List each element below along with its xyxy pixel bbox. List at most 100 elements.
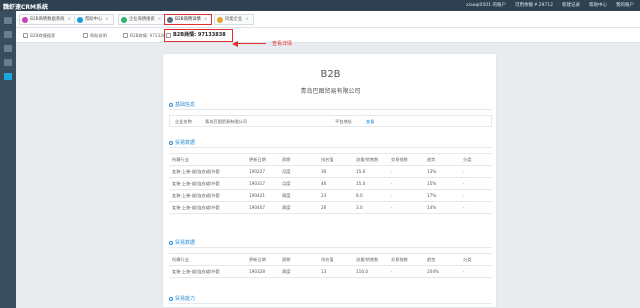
table-cell: 190328 <box>249 269 265 274</box>
tab-similar-companies[interactable]: 同类企业 × <box>214 14 254 25</box>
section-icon <box>169 296 173 301</box>
table-cell: - <box>391 181 393 186</box>
column-header: 交易指数 <box>391 257 408 262</box>
company-label: 企业名称 <box>175 119 192 124</box>
home-icon[interactable] <box>4 17 12 24</box>
subtab-help[interactable]: 帮助说明 <box>82 30 107 41</box>
column-header: 分类 <box>463 257 472 262</box>
page-icon <box>83 33 88 38</box>
main-tab-bar: B2B商情数据系统 × 帮助中心 × 企业商情搜索 × B2B商情详情 × 同类企业 × <box>16 11 640 28</box>
chart-icon[interactable] <box>4 45 12 52</box>
table-cell: 46 <box>321 181 327 186</box>
table-cell: 15% <box>427 181 437 186</box>
annotation-arrow-line <box>237 43 266 45</box>
trade-table-1: 所属行业 更新日期 周期 排名值 流量/销售数 交易指数 趋势 分类 女装-上装-裙/连衣裙/外… <box>169 153 492 214</box>
top-bar: 魏虾速CRM系统 xiaoqi0501 的账户 可用余额 ¥ 29712 新建记… <box>0 0 640 11</box>
column-header: 更新日期 <box>249 257 266 262</box>
balance-display: 可用余额 ¥ 29712 <box>515 2 553 8</box>
user-account[interactable]: xiaoqi0501 的账户 <box>466 2 506 8</box>
table-cell: 月度 <box>282 169 291 174</box>
table-cell: 190407 <box>249 205 265 210</box>
b2b-icon[interactable] <box>4 73 12 80</box>
table-cell: - <box>463 169 465 174</box>
top-right-menu: xiaoqi0501 的账户 可用余额 ¥ 29712 新建记录 帮助中心 我的… <box>466 2 634 8</box>
section-icon <box>169 240 173 245</box>
menu-help[interactable]: 帮助中心 <box>589 2 607 8</box>
list-icon[interactable] <box>4 31 12 38</box>
annotation-arrow-head <box>232 40 238 47</box>
tab-b2b-system[interactable]: B2B商情数据系统 × <box>19 14 77 25</box>
divider <box>169 147 492 148</box>
table-cell: 17% <box>427 193 437 198</box>
table-cell: 女装-上装-裙/连衣裙/外套 <box>172 269 220 274</box>
close-icon[interactable]: × <box>67 17 71 22</box>
close-icon[interactable]: × <box>245 17 249 22</box>
subtab-b2b-record-active[interactable]: B2B商情: 97133838 <box>164 29 233 42</box>
close-icon[interactable]: × <box>158 17 162 22</box>
table-cell: 204% <box>427 269 439 274</box>
tab-company-search[interactable]: 企业商情搜索 × <box>118 14 167 25</box>
column-header: 流量/销售数 <box>356 257 379 262</box>
table-cell: 8.0 <box>356 193 363 198</box>
table-cell: 女装-上装-裙/连衣裙/外套 <box>172 193 220 198</box>
table-header-row: 所属行业 更新日期 周期 排名值 流量/销售数 交易指数 趋势 分类 <box>169 154 492 166</box>
close-icon[interactable]: × <box>105 17 109 22</box>
trade-table-2: 所属行业 更新日期 周期 排名值 流量/销售数 交易指数 趋势 分类女装-上装-裙/连衣裙/外… <box>169 253 492 278</box>
table-cell: 3.0 <box>356 205 363 210</box>
sidebar <box>0 11 16 308</box>
platform-link[interactable]: 查看 <box>366 119 374 125</box>
tab-help-center[interactable]: 帮助中心 × <box>74 14 114 25</box>
balance-label: 可用余额 <box>514 3 533 8</box>
table-row: 女装-上装-裙/连衣裙/外套 190421 周度 23 8.0 - 17% - <box>169 190 492 202</box>
app-title: 魏虾速CRM系统 <box>3 4 48 11</box>
table-cell: 13 <box>321 269 327 274</box>
column-header: 分类 <box>463 157 472 162</box>
tab-icon <box>77 17 83 23</box>
subtab-b2b-search[interactable]: B2B商情搜索 <box>22 30 55 41</box>
table-cell: 190317 <box>249 181 265 186</box>
table-cell: - <box>463 193 465 198</box>
section-icon <box>169 102 173 107</box>
section-title: 贸易能力 <box>175 296 196 302</box>
column-header: 趋势 <box>427 257 436 262</box>
column-header: 排名值 <box>321 257 334 262</box>
table-cell: 30 <box>321 169 327 174</box>
platform-label: 平台地址 <box>335 119 352 124</box>
column-header: 趋势 <box>427 157 436 162</box>
table-cell: 15.0 <box>356 181 366 186</box>
divider <box>169 247 492 248</box>
table-cell: 女装-上装-裙/连衣裙/外套 <box>172 181 220 186</box>
table-cell: 女装-上装-裙/连衣裙/外套 <box>172 169 220 174</box>
table-cell: 190227 <box>249 169 265 174</box>
close-icon[interactable]: × <box>204 17 208 22</box>
subtab-label: B2B商情: 97133838 <box>173 32 226 38</box>
column-header: 所属行业 <box>172 157 189 162</box>
table-cell: 周度 <box>282 193 291 198</box>
doc-title: B2B <box>320 69 341 80</box>
section-trade-ability: 贸易能力 <box>169 295 195 302</box>
company-value: 青岛巴图贸易有限公司 <box>205 119 247 124</box>
annotation-text: 查看详情 <box>272 41 293 47</box>
table-cell: 26 <box>321 205 327 210</box>
section-title: 基础信息 <box>175 102 196 108</box>
table-cell: - <box>463 205 465 210</box>
balance-value: ¥ 29712 <box>534 3 553 8</box>
column-header: 周期 <box>282 257 291 262</box>
section-trade-data-2: 贸易数据 <box>169 239 195 246</box>
table-cell: 周度 <box>282 205 291 210</box>
sub-tab-bar: B2B商情搜索 帮助说明 B2B商情: 97133838 B2B商情: 9713… <box>16 28 640 43</box>
table-cell: 月度 <box>282 181 291 186</box>
tab-label: B2B商情详情 <box>175 17 201 22</box>
tab-b2b-detail[interactable]: B2B商情详情 × <box>164 14 213 25</box>
menu-new-record[interactable]: 新建记录 <box>562 2 580 8</box>
doc-company-name: 青岛巴图贸易有限公司 <box>300 88 361 95</box>
user-icon[interactable] <box>4 59 12 66</box>
table-cell: - <box>391 169 393 174</box>
page-icon <box>23 33 28 38</box>
table-cell: 周度 <box>282 269 291 274</box>
tab-label: 企业商情搜索 <box>129 17 155 22</box>
info-row: 企业名称 青岛巴图贸易有限公司 平台地址 查看 <box>169 115 492 127</box>
page-icon <box>166 33 171 38</box>
menu-my-account[interactable]: 我的账户 <box>616 2 634 8</box>
column-header: 所属行业 <box>172 257 189 262</box>
